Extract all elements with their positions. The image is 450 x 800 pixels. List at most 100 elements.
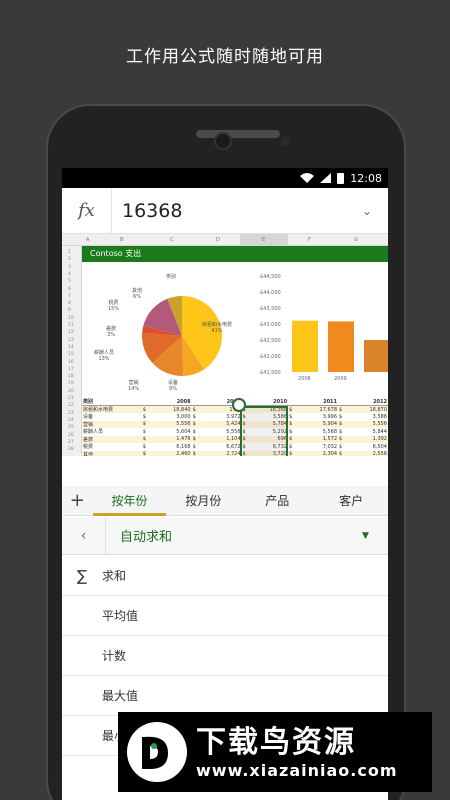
table-cell[interactable]: 3,588 xyxy=(348,413,388,421)
row-header[interactable]: 28 xyxy=(68,447,74,452)
column-header[interactable]: B xyxy=(120,237,123,243)
table-cell[interactable]: $ xyxy=(142,428,152,436)
table-cell[interactable]: 2,304 xyxy=(298,450,339,456)
table-cell[interactable]: 6,672 xyxy=(202,443,242,451)
table-cell[interactable]: $ xyxy=(338,443,348,451)
function-average[interactable]: 平均值 xyxy=(62,596,388,636)
table-cell[interactable]: 18,840 xyxy=(151,405,192,413)
row-header[interactable]: 9 xyxy=(68,308,71,313)
table-cell[interactable]: 7,032 xyxy=(298,443,338,451)
table-cell[interactable]: $ xyxy=(191,435,202,443)
table-cell[interactable]: 5,568 xyxy=(298,428,338,436)
table-cell[interactable]: $ xyxy=(338,450,349,456)
row-header[interactable]: 24 xyxy=(68,418,74,423)
table-cell[interactable]: 6,168 xyxy=(152,443,192,451)
row-header[interactable]: 15 xyxy=(68,352,74,357)
table-cell[interactable]: 2,724 xyxy=(201,450,242,456)
table-cell[interactable]: $ xyxy=(338,413,348,421)
table-cell[interactable]: 5,556 xyxy=(348,420,388,428)
row-header[interactable]: 18 xyxy=(68,374,74,379)
table-cell[interactable]: $ xyxy=(338,420,349,428)
row-header[interactable]: 26 xyxy=(68,433,74,438)
table-cell[interactable]: $ xyxy=(142,413,152,421)
table-cell[interactable]: 设备 xyxy=(82,413,142,421)
table-cell[interactable]: $ xyxy=(192,413,202,421)
table-cell[interactable]: $ xyxy=(192,428,202,436)
column-header[interactable]: F xyxy=(308,237,311,243)
table-cell[interactable]: $ xyxy=(191,450,202,456)
table-cell[interactable]: 5,424 xyxy=(201,420,242,428)
add-sheet-button[interactable]: + xyxy=(62,490,93,511)
row-header[interactable]: 12 xyxy=(68,330,74,335)
row-header[interactable]: 19 xyxy=(68,381,74,386)
row-header[interactable]: 6 xyxy=(68,287,71,292)
row-header[interactable]: 14 xyxy=(68,345,74,350)
row-header[interactable]: 11 xyxy=(68,323,74,328)
tab-customer[interactable]: 客户 xyxy=(314,486,388,516)
table-header-cell[interactable]: 2008 xyxy=(141,398,192,406)
table-cell[interactable]: 5,844 xyxy=(348,428,388,436)
table-cell[interactable]: $ xyxy=(142,443,152,451)
table-cell[interactable]: 5,556 xyxy=(151,420,192,428)
table-cell[interactable]: $ xyxy=(191,420,202,428)
table-cell[interactable]: $ xyxy=(338,405,349,413)
column-header[interactable]: C xyxy=(170,237,174,243)
table-cell[interactable]: 1,392 xyxy=(348,435,388,443)
table-cell[interactable]: 3,000 xyxy=(152,413,192,421)
row-header[interactable]: 13 xyxy=(68,338,74,343)
row-header[interactable]: 5 xyxy=(68,279,71,284)
table-cell[interactable]: $ xyxy=(338,428,348,436)
tab-by-year[interactable]: 按年份 xyxy=(92,486,167,516)
table-header-cell[interactable]: 2010 xyxy=(241,398,289,406)
row-header[interactable]: 16 xyxy=(68,360,74,365)
row-header[interactable]: 20 xyxy=(68,389,74,394)
row-header[interactable]: 17 xyxy=(68,367,74,372)
spreadsheet-grid[interactable]: A B C D E F G 1 2 3 4 5 6 7 8 9 10 11 12 13 14 15 16 17 1… xyxy=(62,234,388,456)
row-header[interactable]: 10 xyxy=(68,316,74,321)
table-header-cell[interactable]: 类别 xyxy=(82,398,142,406)
table-cell[interactable]: $ xyxy=(338,435,349,443)
table-cell[interactable]: $ xyxy=(288,405,299,413)
bar[interactable] xyxy=(328,321,354,372)
column-header[interactable]: D xyxy=(216,237,220,243)
table-cell[interactable]: 2,460 xyxy=(151,450,192,456)
table-cell[interactable]: 其他 xyxy=(82,450,142,456)
table-cell[interactable]: 2,556 xyxy=(348,450,388,456)
fx-icon[interactable]: fx xyxy=(62,188,112,233)
row-header[interactable]: 1 xyxy=(68,250,71,255)
row-header[interactable]: 2 xyxy=(68,257,71,262)
row-header[interactable]: 25 xyxy=(68,425,74,430)
table-header-cell[interactable]: 2011 xyxy=(288,398,339,406)
row-header[interactable]: 21 xyxy=(68,396,74,401)
table-cell[interactable]: $ xyxy=(141,405,152,413)
table-cell[interactable]: $ xyxy=(141,450,152,456)
table-cell[interactable]: 税费 xyxy=(82,443,142,451)
table-cell[interactable]: 6,504 xyxy=(348,443,388,451)
row-header[interactable]: 7 xyxy=(68,294,71,299)
panel-title[interactable]: 自动求和 xyxy=(106,526,362,545)
bar[interactable] xyxy=(292,320,318,372)
table-cell[interactable]: 17,678 xyxy=(298,405,339,413)
table-cell[interactable]: $ xyxy=(288,428,298,436)
function-count[interactable]: 计数 xyxy=(62,636,388,676)
table-cell[interactable]: 18,870 xyxy=(348,405,388,413)
back-button[interactable]: ‹ xyxy=(62,517,106,554)
row-header[interactable]: 8 xyxy=(68,301,71,306)
table-cell[interactable]: 3,996 xyxy=(298,413,338,421)
formula-bar[interactable]: fx 16368 ⌄ xyxy=(62,188,388,234)
row-header[interactable]: 3 xyxy=(68,265,71,270)
selection-handle-top[interactable] xyxy=(232,398,246,412)
row-header[interactable]: 22 xyxy=(68,403,74,408)
row-header[interactable]: 27 xyxy=(68,440,74,445)
column-header[interactable]: A xyxy=(86,237,89,243)
bar[interactable] xyxy=(364,340,388,372)
column-header[interactable]: E xyxy=(262,237,265,243)
chevron-down-icon[interactable]: ⌄ xyxy=(362,204,388,218)
table-cell[interactable]: $ xyxy=(192,443,202,451)
table-cell[interactable]: $ xyxy=(141,420,152,428)
table-cell[interactable]: 营销 xyxy=(82,420,142,428)
table-header-cell[interactable]: 2012 xyxy=(338,398,388,406)
row-header[interactable]: 23 xyxy=(68,411,74,416)
table-cell[interactable]: 1,572 xyxy=(298,435,339,443)
tab-product[interactable]: 产品 xyxy=(240,486,314,516)
